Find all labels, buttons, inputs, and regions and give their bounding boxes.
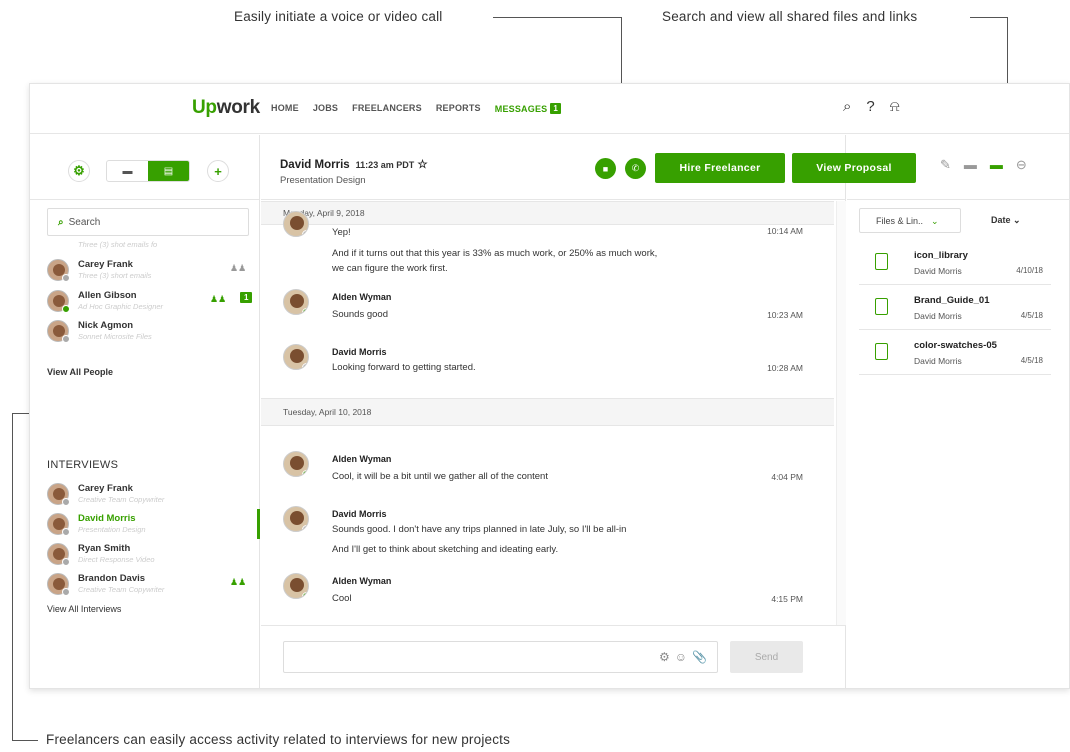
callout-line [970,17,1008,18]
people-icon: ♟♟ [230,577,247,587]
settings-gear-icon[interactable]: ⚙ [68,160,90,182]
status-dot [62,528,70,536]
bell-icon[interactable]: ⍾ [890,98,900,115]
phone-call-icon[interactable]: ✆ [625,158,646,179]
people-icon: ♟♟ [210,294,227,304]
add-contact-icon[interactable]: + [207,160,229,182]
nav-home[interactable]: HOME [271,103,299,114]
contact-list-item[interactable]: Nick Agmon Sonnet Microsite Files [47,320,257,346]
avatar [283,506,309,532]
chat-contact-name: David Morris 11:23 am PDT ☆ [280,159,428,171]
view-toggle: ▬ ▤ [106,160,190,182]
contact-list-item[interactable]: Carey Frank Three (3) short emails ♟♟ [47,259,257,285]
status-dot [62,305,70,313]
callout-line [12,413,13,740]
star-icon[interactable]: ☆ [417,159,427,171]
shared-files-folder-icon[interactable]: ▬ [990,157,1003,173]
contacts-toolbar: ⚙ ▬ ▤ + [30,135,259,200]
chat-subtitle: Presentation Design [280,175,366,186]
date-divider: Monday, April 9, 2018 [261,201,834,225]
chevron-down-icon: ⌄ [1013,215,1021,225]
file-icon [875,298,888,315]
search-icon: ⌕ [58,217,64,228]
composer-icons: ⚙ ☺ 📎 [659,650,707,664]
chat-panel: David Morris 11:23 am PDT ☆ Presentation … [261,135,916,689]
files-toolbar: ✎ ▬ ▬ ⊖ [847,135,1070,200]
file-icon [875,343,888,360]
interviews-heading: INTERVIEWS [47,459,119,471]
avatar [283,211,309,237]
contact-list-item[interactable]: Allen Gibson Ad Hoc Graphic Designer ♟♟ … [47,290,257,316]
view-all-people-link[interactable]: View All People [47,367,113,377]
emoji-icon[interactable]: ☺ [675,650,687,664]
callout-line [493,17,621,18]
callout-interviews: Freelancers can easily access activity r… [46,732,511,747]
callout-files: Search and view all shared files and lin… [662,9,918,24]
selected-indicator [257,509,260,539]
contacts-view-icon[interactable]: ▤ [148,161,189,181]
folder-icon[interactable]: ▬ [964,157,977,173]
file-list-item[interactable]: Brand_Guide_01 David Morris 4/5/18 [859,286,1051,330]
nav-reports[interactable]: REPORTS [436,103,481,114]
avatar [283,344,309,370]
hire-freelancer-button[interactable]: Hire Freelancer [655,153,785,183]
minus-circle-icon[interactable]: ⊖ [1016,157,1027,173]
unread-badge: 1 [240,292,253,303]
contacts-panel: ⚙ ▬ ▤ + ⌕ Search Three (3) shot emails fo… [30,135,260,689]
chat-local-time: 11:23 am PDT [355,160,415,170]
files-panel: ✎ ▬ ▬ ⊖ Files & Lin.. ⌄ Date ⌄ icon_libra… [847,135,1070,689]
video-call-icon[interactable]: ■ [595,158,616,179]
messages-count-badge: 1 [550,103,562,114]
attachment-icon[interactable]: 📎 [692,650,707,664]
chat-view-icon[interactable]: ▬ [107,161,148,181]
status-dot [62,335,70,343]
gear-icon[interactable]: ⚙ [659,650,670,664]
chat-header: David Morris 11:23 am PDT ☆ Presentation … [261,135,916,200]
avatar [283,451,309,477]
top-navigation: Upwork HOME JOBS FREELANCERS REPORTS MES… [30,84,1069,134]
interview-list-item[interactable]: Ryan Smith Direct Response Video [47,543,257,569]
upwork-logo[interactable]: Upwork [192,97,260,119]
callout-voice-video: Easily initiate a voice or video call [234,9,443,24]
people-icon: ♟♟ [230,263,247,273]
nav-jobs[interactable]: JOBS [313,103,338,114]
status-dot [62,558,70,566]
send-button[interactable]: Send [730,641,803,673]
nav-menu: HOME JOBS FREELANCERS REPORTS MESSAGES 1 [271,103,562,114]
notes-icon[interactable]: ✎ [940,157,951,173]
callout-line [12,740,38,741]
avatar [283,289,309,315]
search-icon[interactable]: ⌕ [843,98,851,115]
top-icons: ⌕ ? ⍾ [843,98,900,115]
status-dot [62,588,70,596]
status-dot [62,274,70,282]
date-sort-dropdown[interactable]: Date ⌄ [991,215,1021,226]
status-dot [62,498,70,506]
avatar [283,573,309,599]
file-icon [875,253,888,270]
date-divider: Tuesday, April 10, 2018 [261,398,834,426]
contact-list-item[interactable]: Three (3) shot emails fo [47,240,257,250]
help-icon[interactable]: ? [866,98,874,115]
files-filter-dropdown[interactable]: Files & Lin.. ⌄ [859,208,961,233]
contacts-search-input[interactable]: ⌕ Search [47,208,249,236]
file-list-item[interactable]: color-swatches-05 David Morris 4/5/18 [859,331,1051,375]
messages-app-window: Upwork HOME JOBS FREELANCERS REPORTS MES… [29,83,1070,689]
file-list-item[interactable]: icon_library David Morris 4/10/18 [859,241,1051,285]
interview-list-item[interactable]: David Morris Presentation Design [47,513,257,539]
nav-messages[interactable]: MESSAGES 1 [495,103,562,114]
chevron-down-icon: ⌄ [931,216,939,226]
message-composer: ⚙ ☺ 📎 Send [261,625,846,689]
nav-freelancers[interactable]: FREELANCERS [352,103,422,114]
interview-list-item[interactable]: Carey Frank Creative Team Copywriter [47,483,257,509]
interview-list-item[interactable]: Brandon Davis Creative Team Copywriter ♟… [47,573,257,599]
files-toolbar-icons: ✎ ▬ ▬ ⊖ [940,157,1027,173]
view-all-interviews-link[interactable]: View All Interviews [47,604,121,614]
message-input[interactable]: ⚙ ☺ 📎 [283,641,718,673]
chat-scrollbar[interactable] [836,201,846,625]
